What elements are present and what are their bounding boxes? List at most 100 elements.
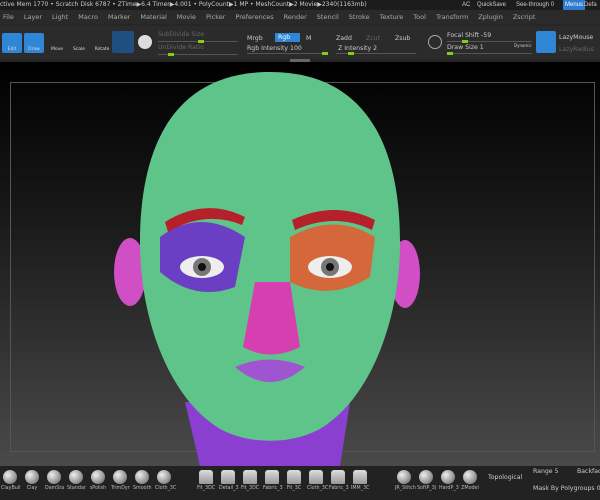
brush-cloth-0[interactable]: Fit_3DC — [197, 470, 215, 491]
stroke-icon[interactable] — [138, 35, 152, 49]
brush-sphere-icon — [69, 470, 83, 484]
zsub-button[interactable]: Zsub — [395, 35, 410, 42]
z-intensity-slider[interactable]: Z Intensity 2 — [338, 45, 377, 52]
ac-button[interactable]: AC — [460, 0, 471, 10]
dynamic-button[interactable]: Dynamic — [514, 43, 532, 48]
toolbar: Edit Draw Move Scale Rotate SubDivide Si… — [0, 26, 600, 59]
brush-sphere-icon — [157, 470, 171, 484]
move-label: Move — [50, 47, 64, 52]
z-intensity-track[interactable] — [336, 52, 416, 55]
brush-sphere-icon — [113, 470, 127, 484]
menu-item-zplugin[interactable]: Zplugin — [478, 10, 503, 24]
brush-brushes-3[interactable]: Standar — [67, 470, 86, 491]
see-through-slider[interactable]: See-through 0 — [516, 0, 554, 10]
cloth-brush-icon — [243, 470, 257, 484]
cloth-brush-icon — [287, 470, 301, 484]
undivide-ratio-label: UnDivide Ratio — [158, 44, 204, 51]
head-model[interactable] — [0, 62, 600, 466]
menu-item-movie[interactable]: Movie — [177, 10, 196, 24]
brush-sphere-icon — [91, 470, 105, 484]
scale-label: Scale — [72, 47, 86, 52]
brush-brushes-4[interactable]: sPolish — [89, 470, 107, 491]
rgb-button[interactable]: Rgb — [275, 33, 300, 42]
brush-tools-1[interactable]: SoftP_3( — [417, 470, 437, 491]
subdivide-size-label: SubDivide Size — [158, 31, 205, 38]
menu-item-material[interactable]: Material — [140, 10, 166, 24]
zadd-button[interactable]: Zadd — [336, 35, 352, 42]
canvas-viewport[interactable] — [0, 62, 600, 466]
menu-item-stencil[interactable]: Stencil — [317, 10, 339, 24]
brush-cloth-4[interactable]: Fit_3C — [285, 470, 303, 491]
quicksave-button[interactable]: QuickSave — [477, 0, 506, 10]
rgb-intensity-slider[interactable]: Rgb Intensity 100 — [247, 45, 302, 52]
brush-cloth-6[interactable]: Fabric_3 — [329, 470, 349, 491]
rgb-intensity-track[interactable] — [247, 52, 328, 55]
menu-item-macro[interactable]: Macro — [78, 10, 98, 24]
brush-label: Smooth — [133, 486, 152, 491]
brush-brushes-1[interactable]: Clay — [23, 470, 41, 491]
draw-button[interactable]: Draw — [24, 33, 44, 53]
menu-item-layer[interactable]: Layer — [24, 10, 42, 24]
brush-sphere-icon — [25, 470, 39, 484]
brush-label: JR_Stitch — [395, 486, 416, 491]
focal-shift-slider[interactable]: Focal Shift -59 — [447, 32, 491, 39]
menu-item-tool[interactable]: Tool — [413, 10, 426, 24]
brush-label: ClayBuil — [1, 486, 21, 491]
menu-item-light[interactable]: Light — [52, 10, 68, 24]
backface-control[interactable]: Backfac — [577, 468, 600, 475]
draw-size-track[interactable] — [447, 52, 532, 55]
brush-label: HardP_3 — [439, 486, 459, 491]
brush-brushes-5[interactable]: TrimDyr — [111, 470, 130, 491]
brush-sphere-icon — [3, 470, 17, 484]
menu-item-transform[interactable]: Transform — [436, 10, 468, 24]
menu-item-stroke[interactable]: Stroke — [349, 10, 370, 24]
menu-item-texture[interactable]: Texture — [380, 10, 404, 24]
brush-brushes-7[interactable]: Cloth_3C — [155, 470, 177, 491]
brush-brushes-0[interactable]: ClayBuil — [1, 470, 21, 491]
lazymouse-button[interactable] — [536, 31, 556, 53]
lazyradius-slider[interactable]: LazyRadius — [559, 46, 594, 53]
status-info: ctive Mem 1770 • Scratch Disk 6787 • ZTi… — [0, 1, 367, 8]
focal-shift-track[interactable] — [447, 40, 532, 43]
menu-item-marker[interactable]: Marker — [108, 10, 130, 24]
brush-label: DamSta — [45, 486, 65, 491]
rotate-button[interactable]: Rotate — [92, 33, 112, 53]
brush-brushes-2[interactable]: DamSta — [45, 470, 65, 491]
brush-cloth-1[interactable]: Detail_3 — [219, 470, 239, 491]
scale-button[interactable]: Scale — [69, 33, 89, 53]
menu-item-picker[interactable]: Picker — [206, 10, 225, 24]
menu-item-file[interactable]: File — [3, 10, 14, 24]
brush-cloth-3[interactable]: Fabric_3 — [263, 470, 283, 491]
sphere-button[interactable] — [112, 31, 134, 53]
m-button[interactable]: M — [306, 35, 311, 42]
menu-item-preferences[interactable]: Preferences — [235, 10, 273, 24]
brush-tools-3[interactable]: ZModel — [461, 470, 479, 491]
brush-label: Cloth_3C — [155, 486, 177, 491]
brush-cloth-7[interactable]: IMM_3C — [351, 470, 370, 491]
mrgb-button[interactable]: Mrgb — [247, 35, 263, 42]
menu-item-render[interactable]: Render — [284, 10, 307, 24]
cloth-brush-icon — [331, 470, 345, 484]
brush-label: ZModel — [461, 486, 479, 491]
brush-tools-2[interactable]: HardP_3 — [439, 470, 459, 491]
status-bar: ctive Mem 1770 • Scratch Disk 6787 • ZTi… — [0, 0, 600, 10]
brush-brushes-6[interactable]: Smooth — [133, 470, 152, 491]
move-button[interactable]: Move — [47, 33, 67, 53]
menu-item-zscript[interactable]: Zscript — [513, 10, 536, 24]
edit-button[interactable]: Edit — [2, 33, 22, 53]
zcut-button[interactable]: Zcut — [366, 35, 380, 42]
brush-cloth-5[interactable]: Cloth_3C — [307, 470, 328, 491]
draw-size-slider[interactable]: Draw Size 1 — [447, 44, 484, 51]
range-control[interactable]: Range 5 — [533, 468, 559, 475]
mask-polygroups-control[interactable]: Mask By Polygroups 0 — [533, 485, 600, 492]
subdivide-size-slider[interactable] — [158, 40, 238, 43]
brush-label: Clay — [26, 486, 38, 491]
default-button[interactable]: Defa — [584, 0, 597, 10]
topological-control[interactable]: Topological — [488, 474, 522, 481]
undivide-ratio-slider[interactable] — [158, 53, 238, 56]
brush-tools-0[interactable]: JR_Stitch — [395, 470, 416, 491]
brush-alpha-icon[interactable] — [428, 35, 442, 49]
brush-label: Fabric_3 — [263, 486, 283, 491]
brush-cloth-2[interactable]: Fit_3DC — [241, 470, 259, 491]
menus-button[interactable]: Menus — [563, 0, 586, 10]
